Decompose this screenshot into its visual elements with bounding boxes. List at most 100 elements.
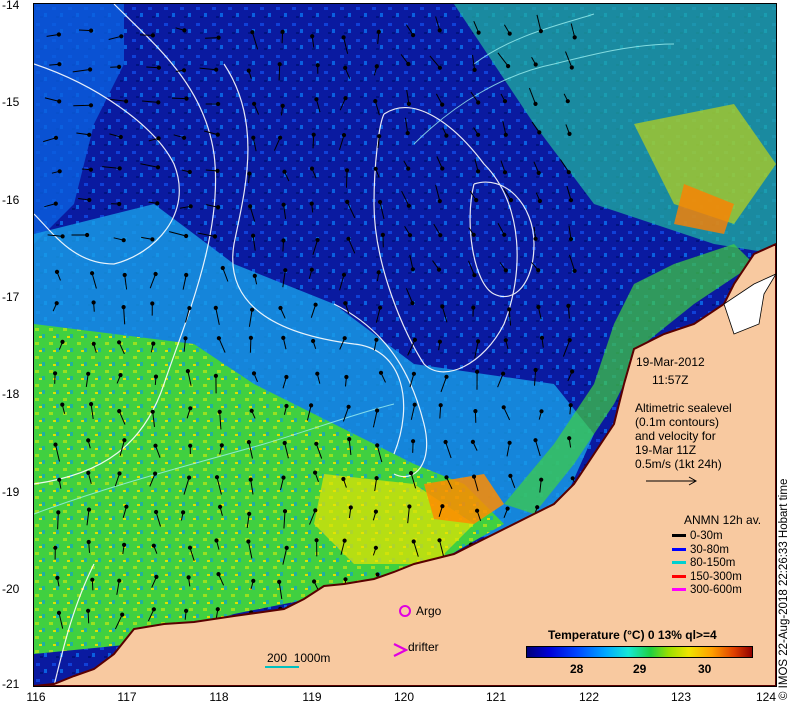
velocity-arrow-tail: [187, 475, 192, 480]
velocity-arrow-tail: [156, 100, 161, 105]
velocity-arrow-tail: [214, 538, 219, 543]
velocity-arrow-tail: [412, 337, 417, 342]
velocity-arrow-tail: [250, 307, 255, 312]
velocity-arrow-tail: [280, 103, 285, 109]
velocity-arrow-tail: [250, 30, 255, 35]
x-tick-label: 121: [485, 690, 507, 704]
colorbar-tick: 29: [633, 662, 647, 676]
velocity-arrow-tail: [212, 234, 218, 239]
velocity-arrow-tail: [150, 301, 155, 306]
y-tick-label: -19: [2, 485, 20, 499]
velocity-arrow-tail: [187, 306, 192, 311]
velocity-arrow-tail: [376, 29, 381, 34]
velocity-arrow-tail: [185, 369, 190, 374]
velocity-arrow-tail: [156, 136, 161, 141]
velocity-arrow-tail: [282, 509, 288, 514]
velocity-arrow-tail: [187, 169, 192, 175]
velocity-arrow-tail: [568, 237, 574, 242]
sst-map[interactable]: [34, 4, 776, 686]
velocity-arrow-tail: [536, 268, 541, 273]
velocity-arrow-tail: [476, 339, 481, 344]
velocity-arrow-tail: [536, 170, 541, 175]
velocity-arrow-tail: [345, 199, 350, 204]
velocity-arrow-tail: [281, 475, 286, 480]
velocity-arrow-tail: [309, 201, 314, 206]
velocity-arrow-tail: [246, 68, 251, 73]
velocity-arrow-tail: [378, 305, 383, 310]
velocity-arrow-tail: [539, 409, 544, 414]
velocity-arrow-tail: [533, 438, 538, 443]
velocity-arrow-tail: [437, 28, 442, 33]
velocity-arrow-tail: [476, 100, 481, 105]
velocity-arrow-tail: [309, 403, 314, 408]
y-tick-label: -16: [2, 193, 20, 207]
velocity-arrow-tail: [311, 132, 316, 137]
velocity-arrow-tail: [507, 307, 512, 312]
velocity-arrow-tail: [251, 371, 257, 376]
velocity-arrow-tail: [188, 204, 193, 209]
velocity-arrow-tail: [566, 303, 571, 308]
velocity-arrow-tail: [344, 374, 349, 380]
legend-item: 0-30m: [672, 530, 723, 543]
velocity-arrow-tail: [437, 538, 442, 543]
velocity-arrow-tail: [252, 101, 257, 106]
velocity-arrow-tail: [535, 505, 540, 510]
velocity-arrow-tail: [53, 371, 58, 376]
velocity-arrow-tail: [374, 64, 379, 69]
y-tick-label: -17: [2, 290, 20, 304]
credit-text: © IMOS 22-Aug-2018 22:26:33 Hobart time: [778, 478, 790, 700]
velocity-arrow-tail: [437, 199, 442, 204]
velocity-arrow-tail: [501, 405, 506, 410]
velocity-arrow-tail: [53, 135, 59, 140]
velocity-arrow-tail: [53, 545, 58, 550]
velocity-arrow-tail: [377, 134, 382, 139]
velocity-arrow-tail: [438, 403, 443, 408]
velocity-arrow-tail: [407, 233, 413, 238]
velocity-arrow-tail: [217, 409, 222, 414]
legend-swatch: [672, 548, 686, 552]
argo-label: Argo: [416, 604, 442, 618]
velocity-arrow-tail: [506, 64, 511, 69]
velocity-arrow-tail: [55, 575, 60, 581]
velocity-arrow-tail: [216, 205, 221, 210]
y-tick-label: -15: [2, 95, 20, 109]
velocity-arrow-tail: [284, 374, 289, 380]
velocity-arrow-tail: [89, 402, 94, 407]
velocity-arrow-tail: [220, 265, 225, 271]
velocity-arrow-tail: [377, 199, 383, 205]
velocity-arrow-tail: [374, 337, 379, 342]
velocity-arrow-tail: [248, 204, 253, 209]
velocity-arrow-tail: [213, 373, 218, 378]
velocity-arrow-tail: [533, 62, 538, 67]
velocity-arrow-tail: [122, 542, 127, 548]
velocity-arrow-tail: [471, 305, 476, 310]
velocity-arrow-tail: [412, 402, 417, 407]
velocity-arrow-tail: [406, 203, 411, 208]
velocity-arrow-tail: [313, 508, 318, 513]
velocity-arrow-tail: [375, 408, 380, 413]
velocity-arrow-tail: [536, 304, 541, 310]
velocity-arrow-tail: [181, 510, 186, 515]
velocity-arrow-tail: [121, 238, 126, 243]
x-tick-label: 119: [302, 690, 322, 704]
y-tick-label: -20: [2, 582, 20, 596]
velocity-arrow-tail: [216, 35, 221, 40]
velocity-arrow-tail: [341, 35, 346, 40]
velocity-arrow-tail: [410, 301, 415, 306]
velocity-arrow-tail: [473, 409, 478, 414]
velocity-arrow-tail: [281, 335, 286, 340]
velocity-arrow-tail: [117, 471, 122, 476]
velocity-arrow-tail: [440, 304, 445, 309]
velocity-arrow-tail: [218, 504, 223, 509]
velocity-arrow-tail: [378, 370, 384, 375]
velocity-arrow-tail: [538, 29, 543, 34]
velocity-arrow-tail: [154, 509, 159, 515]
velocity-arrow-tail: [119, 34, 124, 39]
velocity-arrow-tail: [476, 132, 481, 137]
velocity-arrow-tail: [346, 236, 351, 241]
velocity-arrow-tail: [505, 506, 510, 511]
velocity-arrow-tail: [121, 305, 126, 310]
velocity-arrow-tail: [216, 101, 221, 107]
velocity-arrow-tail: [87, 197, 92, 203]
velocity-arrow: [171, 97, 187, 100]
